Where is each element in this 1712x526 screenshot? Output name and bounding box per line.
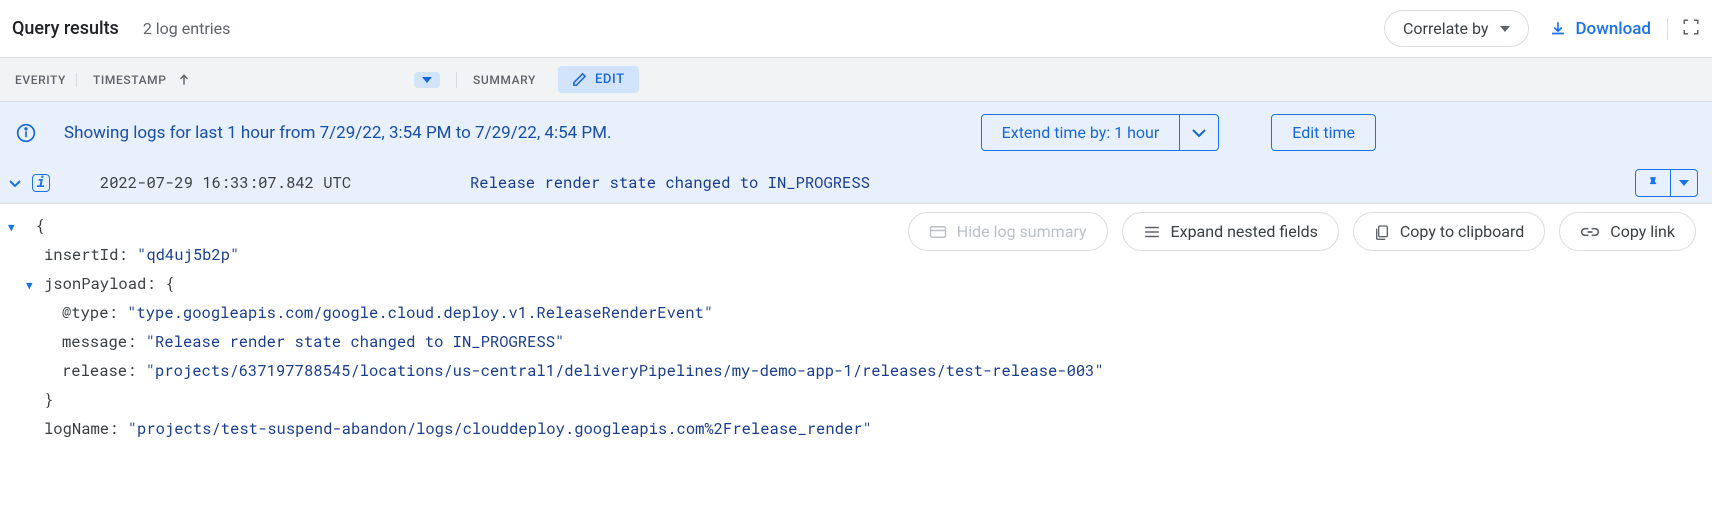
fullscreen-button[interactable] — [1667, 18, 1700, 40]
json-val-insertid[interactable]: "qd4uj5b2p" — [137, 241, 239, 270]
json-close-brace: } — [44, 386, 53, 415]
pin-icon — [1646, 175, 1660, 191]
download-button[interactable]: Download — [1549, 19, 1651, 39]
json-val-message[interactable]: "Release render state changed to IN_PROG… — [146, 328, 565, 357]
action-bar: Hide log summary Expand nested fields Co… — [908, 212, 1696, 251]
log-detail-panel: Hide log summary Expand nested fields Co… — [0, 204, 1712, 444]
expand-toggle[interactable] — [8, 175, 22, 191]
chevron-down-icon — [1192, 129, 1206, 137]
json-key-logname[interactable]: logName: — [44, 415, 118, 444]
copy-link-label: Copy link — [1610, 222, 1675, 241]
page-subtitle: 2 log entries — [143, 19, 231, 38]
log-entry-row[interactable]: i 2022-07-29 16:33:07.842 UTC Release re… — [0, 163, 1712, 204]
json-val-release[interactable]: "projects/637197788545/locations/us-cent… — [146, 357, 1104, 386]
hide-summary-label: Hide log summary — [957, 222, 1087, 241]
severity-cell: i — [32, 174, 50, 192]
edit-time-button[interactable]: Edit time — [1271, 114, 1376, 151]
summary-cell: Release render state changed to IN_PROGR… — [470, 173, 1625, 193]
header-bar: Query results 2 log entries Correlate by… — [0, 0, 1712, 58]
columns-header: EVERITY TIMESTAMP SUMMARY EDIT — [0, 58, 1712, 102]
severity-info-icon: i — [32, 174, 50, 192]
download-label: Download — [1575, 19, 1651, 39]
tree-toggle[interactable]: ▼ — [8, 212, 26, 241]
edit-label: EDIT — [595, 72, 625, 87]
tree-toggle[interactable]: ▼ — [26, 270, 44, 299]
hide-log-summary-button: Hide log summary — [908, 212, 1108, 251]
extend-time-group: Extend time by: 1 hour — [981, 114, 1220, 151]
json-open-brace: { — [165, 270, 174, 299]
clipboard-icon — [1374, 223, 1390, 241]
json-key-jsonpayload[interactable]: jsonPayload: — [44, 270, 156, 299]
caret-down-icon — [1500, 26, 1510, 32]
info-text: Showing logs for last 1 hour from 7/29/2… — [64, 123, 611, 143]
info-bar: Showing logs for last 1 hour from 7/29/2… — [0, 102, 1712, 163]
timestamp-cell: 2022-07-29 16:33:07.842 UTC — [60, 173, 460, 193]
json-key-release[interactable]: release: — [62, 357, 136, 386]
json-key-insertid[interactable]: insertId: — [44, 241, 128, 270]
hide-icon — [929, 225, 947, 239]
column-summary: SUMMARY EDIT — [457, 66, 655, 93]
copy-link-button[interactable]: Copy link — [1559, 212, 1696, 251]
json-val-type[interactable]: "type.googleapis.com/google.cloud.deploy… — [127, 299, 713, 328]
extend-time-dropdown[interactable] — [1180, 115, 1218, 150]
summary-label: SUMMARY — [473, 73, 536, 87]
extend-time-button[interactable]: Extend time by: 1 hour — [982, 115, 1181, 150]
expand-nested-button[interactable]: Expand nested fields — [1122, 212, 1339, 251]
fullscreen-icon — [1682, 18, 1700, 36]
timestamp-label: TIMESTAMP — [93, 73, 167, 87]
chevron-down-icon — [9, 180, 21, 187]
expand-nested-label: Expand nested fields — [1171, 222, 1318, 241]
pin-button[interactable] — [1636, 170, 1670, 196]
pin-group — [1635, 169, 1698, 197]
json-key-message[interactable]: message: — [62, 328, 136, 357]
info-icon — [16, 123, 36, 143]
json-key-type[interactable]: @type: — [62, 299, 118, 328]
page-title: Query results — [12, 18, 119, 39]
copy-clipboard-label: Copy to clipboard — [1400, 222, 1524, 241]
json-val-logname[interactable]: "projects/test-suspend-abandon/logs/clou… — [128, 415, 872, 444]
timestamp-dropdown[interactable] — [414, 72, 440, 88]
caret-down-icon — [1679, 180, 1689, 186]
sort-ascending-icon — [177, 73, 191, 87]
correlate-label: Correlate by — [1403, 19, 1488, 38]
pencil-icon — [572, 72, 587, 87]
caret-down-icon — [422, 77, 432, 83]
link-icon — [1580, 226, 1600, 238]
column-timestamp[interactable]: TIMESTAMP — [77, 72, 457, 88]
edit-summary-button[interactable]: EDIT — [558, 66, 639, 93]
download-icon — [1549, 20, 1567, 38]
expand-icon — [1143, 225, 1161, 239]
json-open-brace: { — [26, 212, 45, 241]
copy-clipboard-button[interactable]: Copy to clipboard — [1353, 212, 1545, 251]
pin-dropdown[interactable] — [1670, 170, 1697, 196]
column-severity[interactable]: EVERITY — [0, 73, 77, 87]
correlate-by-button[interactable]: Correlate by — [1384, 10, 1529, 47]
